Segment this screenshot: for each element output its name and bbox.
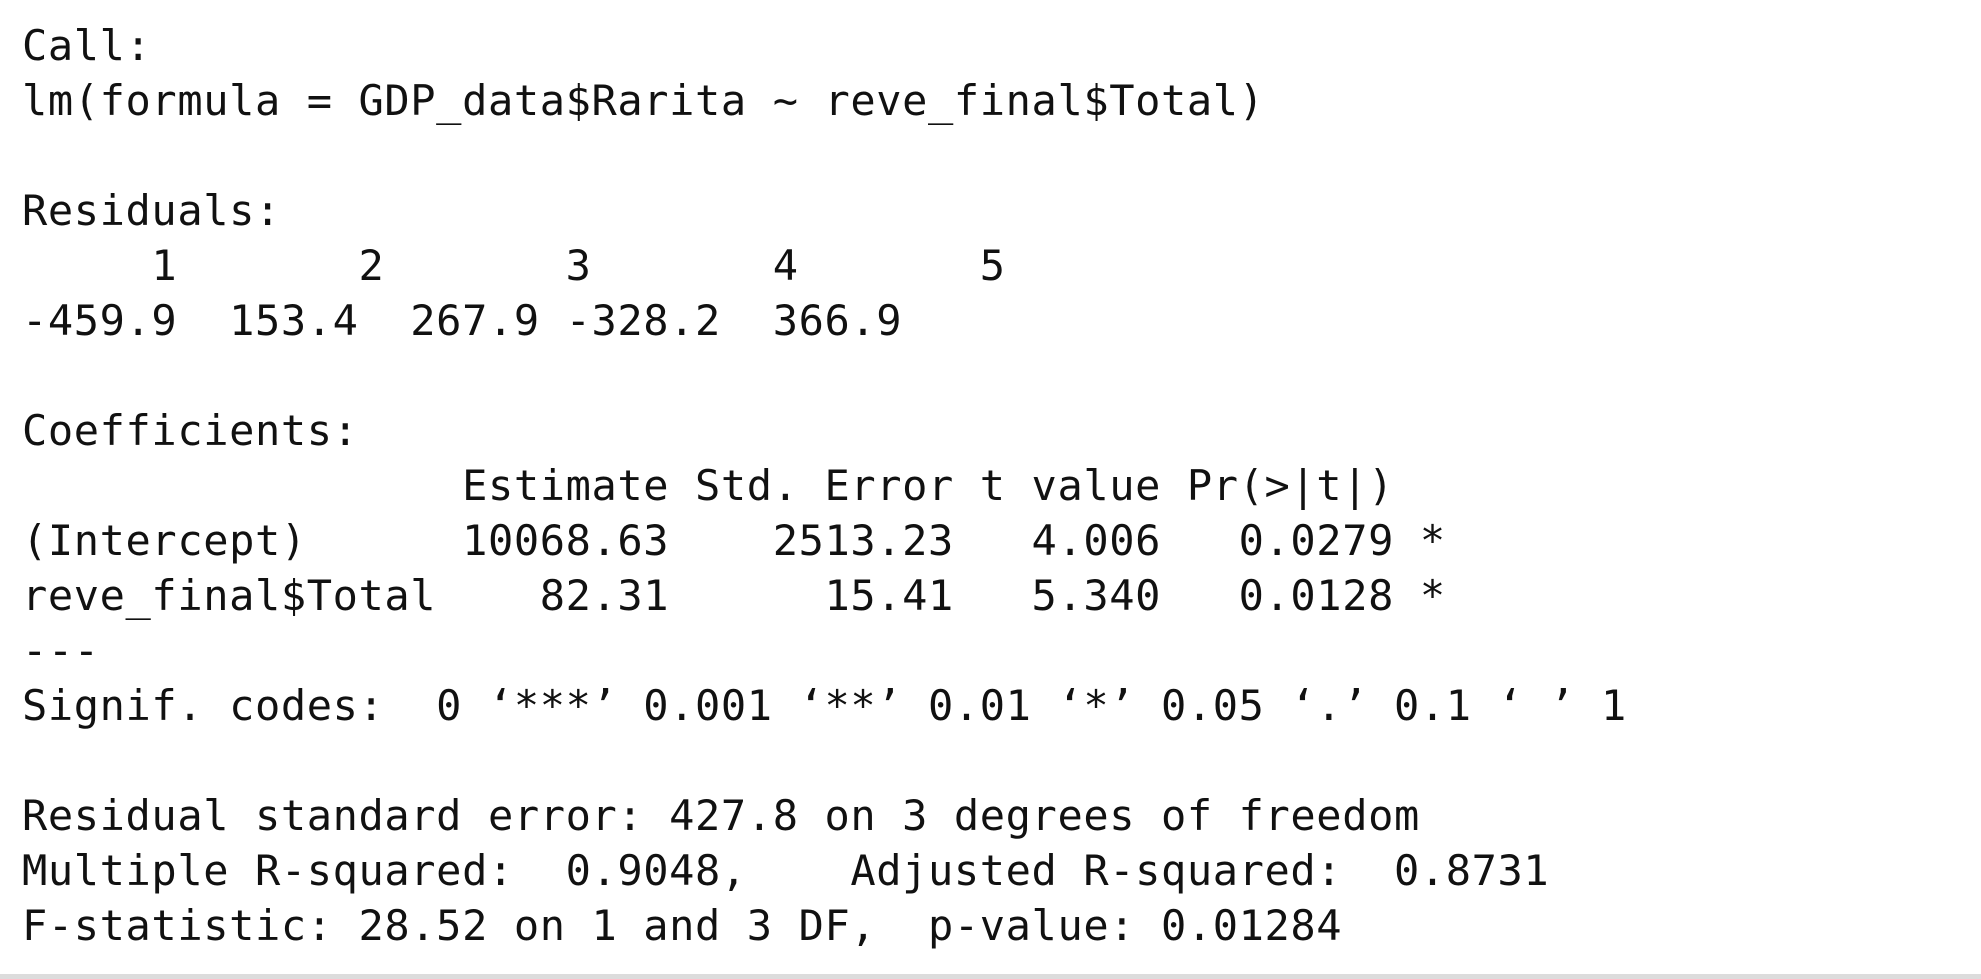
residuals-values-row: -459.9 153.4 267.9 -328.2 366.9 — [22, 296, 903, 345]
call-header: Call: — [22, 21, 152, 70]
r-squared-line: Multiple R-squared: 0.9048, Adjusted R-s… — [22, 846, 1576, 895]
separator-line: --- — [22, 626, 100, 675]
coefficients-row-total: reve_final$Total 82.31 15.41 5.340 0.012… — [22, 571, 1446, 620]
call-formula: lm(formula = GDP_data$Rarita ~ reve_fina… — [22, 76, 1265, 125]
r-console-output: Call: lm(formula = GDP_data$Rarita ~ rev… — [0, 0, 1981, 979]
coefficients-row-intercept: (Intercept) 10068.63 2513.23 4.006 0.027… — [22, 516, 1446, 565]
residuals-header: Residuals: — [22, 186, 281, 235]
residual-standard-error: Residual standard error: 427.8 on 3 degr… — [22, 791, 1420, 840]
coefficients-header: Coefficients: — [22, 406, 359, 455]
residuals-index-row: 1 2 3 4 5 — [22, 241, 1006, 290]
signif-codes: Signif. codes: 0 ‘***’ 0.001 ‘**’ 0.01 ‘… — [22, 681, 1627, 730]
coefficients-column-headers: Estimate Std. Error t value Pr(>|t|) — [22, 461, 1394, 510]
f-statistic-line: F-statistic: 28.52 on 1 and 3 DF, p-valu… — [22, 901, 1343, 950]
